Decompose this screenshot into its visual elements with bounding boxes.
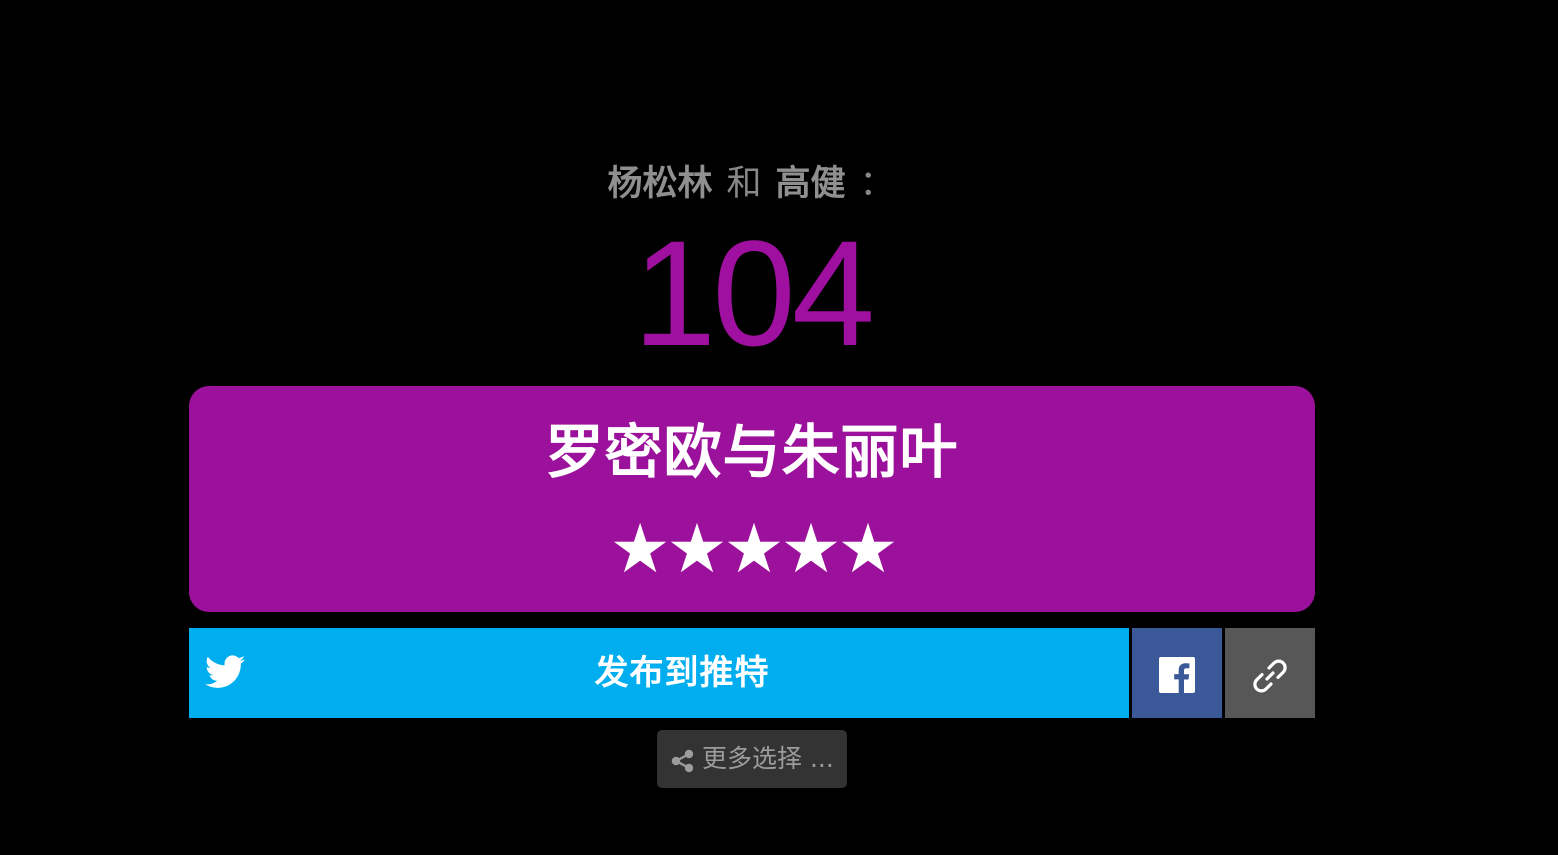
twitter-share-label: 发布到推特 (594, 653, 770, 693)
name-2: 高健 (775, 164, 846, 204)
conjunction: 和 (726, 164, 762, 204)
copy-link-button[interactable] (1225, 628, 1315, 718)
star-rating: ★★★★★ (609, 510, 899, 589)
share-icon (671, 749, 694, 773)
twitter-share-button[interactable]: 发布到推特 (189, 628, 1129, 718)
more-options-button[interactable]: 更多选择 ... (657, 730, 847, 788)
colon: ： (859, 164, 895, 204)
result-page: 杨松林和高健 ： 104 罗密欧与朱丽叶 ★★★★★ 发布到推特 更多选择 ... (0, 0, 1558, 855)
more-options-label: 更多选择 ... (702, 744, 834, 773)
names-heading: 杨松林和高健 ： (0, 160, 1502, 208)
result-card: 罗密欧与朱丽叶 ★★★★★ (189, 386, 1315, 612)
score-value: 104 (632, 209, 875, 377)
chain-link-icon (1253, 659, 1287, 693)
facebook-icon (1159, 657, 1195, 693)
facebook-share-button[interactable] (1132, 628, 1222, 718)
name-1: 杨松林 (607, 164, 713, 204)
result-title: 罗密欧与朱丽叶 (545, 418, 959, 486)
